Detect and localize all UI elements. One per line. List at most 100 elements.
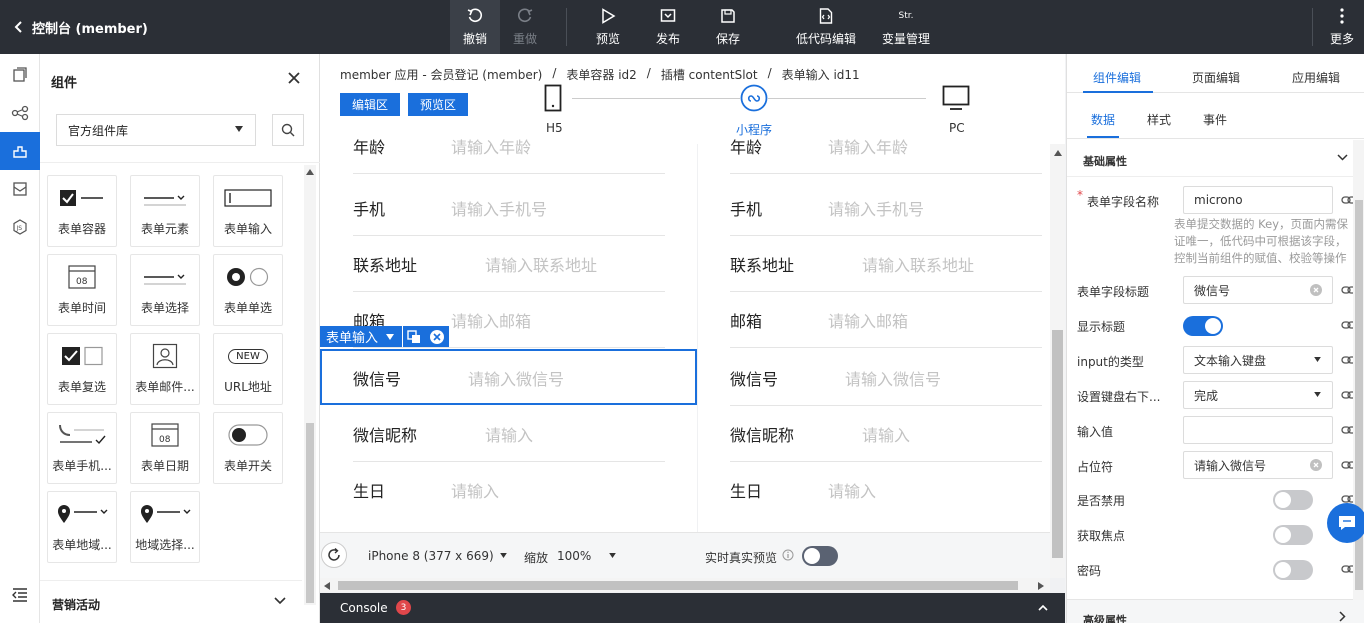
subtab-events[interactable]: 事件 <box>1203 111 1227 128</box>
form-row-phone[interactable]: 手机 请输入手机号 <box>730 180 1042 236</box>
pages-icon[interactable] <box>0 56 40 94</box>
publish-button[interactable]: 发布 <box>643 0 693 54</box>
undo-button[interactable]: 撤销 <box>450 0 500 54</box>
value-input[interactable] <box>1183 416 1333 444</box>
form-row-birthday[interactable]: 生日 请输入 <box>730 462 1042 518</box>
form-row-address[interactable]: 联系地址 请输入联系地址 <box>730 236 1042 292</box>
card-form-element[interactable]: 表单元素 <box>130 175 200 247</box>
breadcrumb-item[interactable]: 表单输入 id11 <box>782 66 860 83</box>
scrollbar-thumb[interactable] <box>338 581 1018 590</box>
card-form-region[interactable]: 表单地域... <box>47 491 117 563</box>
device-model-select[interactable]: iPhone 8 (377 x 669) <box>368 549 494 563</box>
breadcrumb-item[interactable]: member 应用 - 会员登记 (member) <box>340 66 542 83</box>
focus-toggle[interactable] <box>1273 525 1313 545</box>
components-icon[interactable] <box>0 132 40 170</box>
close-icon[interactable] <box>288 72 300 84</box>
card-form-container[interactable]: 表单容器 <box>47 175 117 247</box>
collapse-menu-icon[interactable] <box>0 576 40 614</box>
selected-component-tag[interactable]: 表单输入 <box>326 327 378 346</box>
copy-icon[interactable] <box>402 326 425 347</box>
info-icon[interactable] <box>782 549 794 561</box>
card-form-time[interactable]: 08 表单时间 <box>47 254 117 326</box>
library-select[interactable]: 官方组件库 <box>56 114 256 146</box>
scrollbar-thumb[interactable] <box>1052 330 1063 558</box>
variables-button[interactable]: Str. 变量管理 <box>872 0 940 54</box>
form-row-email[interactable]: 邮箱 请输入邮箱 <box>730 292 1042 348</box>
card-form-checkbox[interactable]: 表单复选 <box>47 333 117 405</box>
form-row-nickname[interactable]: 微信昵称 请输入 <box>353 406 665 462</box>
redo-button[interactable]: 重做 <box>500 0 550 54</box>
lowcode-edit-button[interactable]: 低代码编辑 <box>790 0 862 54</box>
card-form-email[interactable]: 表单邮件... <box>130 333 200 405</box>
caret-down-icon[interactable] <box>500 553 507 558</box>
subtab-style[interactable]: 样式 <box>1147 111 1171 128</box>
tab-component-edit[interactable]: 组件编辑 <box>1093 69 1141 86</box>
card-form-switch[interactable]: 表单开关 <box>213 412 283 484</box>
chevron-down-icon[interactable] <box>274 597 286 605</box>
form-row-wechat[interactable]: 微信号 请输入微信号 <box>730 350 1042 406</box>
card-region-select[interactable]: 地域选择... <box>130 491 200 563</box>
zoom-select[interactable]: 100% <box>557 549 591 563</box>
placeholder-input[interactable]: 请输入微信号 <box>1183 451 1333 479</box>
canvas-scrollbar[interactable] <box>1050 144 1065 578</box>
password-toggle[interactable] <box>1273 560 1313 580</box>
input-type-select[interactable]: 文本输入键盘 <box>1183 346 1333 374</box>
more-button[interactable]: 更多 <box>1320 0 1364 54</box>
subtab-data[interactable]: 数据 <box>1091 111 1115 128</box>
keyboard-confirm-select[interactable]: 完成 <box>1183 381 1333 409</box>
search-button[interactable] <box>272 114 304 146</box>
scroll-right-icon[interactable] <box>1038 582 1044 590</box>
tab-app-edit[interactable]: 应用编辑 <box>1292 69 1340 86</box>
card-form-date[interactable]: 08 表单日期 <box>130 412 200 484</box>
miniprogram-icon[interactable] <box>740 84 768 112</box>
card-form-select[interactable]: 表单选择 <box>130 254 200 326</box>
form-row-age[interactable]: 年龄 请输入年龄 <box>730 118 1042 174</box>
chevron-down-icon[interactable] <box>1337 154 1348 161</box>
delete-icon[interactable] <box>425 329 449 345</box>
selected-component-outline[interactable] <box>320 349 697 405</box>
console-bar[interactable]: Console 3 <box>320 593 1065 623</box>
caret-down-icon[interactable] <box>609 553 616 558</box>
back-to-console[interactable]: 控制台 (member) <box>14 0 148 54</box>
realtime-preview-toggle[interactable] <box>802 546 838 566</box>
breadcrumb-item[interactable]: 表单容器 id2 <box>566 66 636 83</box>
tab-page-edit[interactable]: 页面编辑 <box>1192 69 1240 86</box>
form-row-nickname[interactable]: 微信昵称 请输入 <box>730 406 1042 462</box>
scroll-left-icon[interactable] <box>324 582 330 590</box>
template-icon[interactable] <box>0 170 40 208</box>
components-scrollbar[interactable] <box>304 165 316 605</box>
card-form-input[interactable]: 表单输入 <box>213 175 283 247</box>
refresh-icon[interactable] <box>321 542 347 568</box>
field-name-input[interactable]: microno <box>1183 186 1333 214</box>
chat-support-button[interactable] <box>1327 503 1364 543</box>
clear-icon[interactable] <box>1310 459 1322 471</box>
card-form-phone[interactable]: 表单手机... <box>47 412 117 484</box>
form-row-phone[interactable]: 手机 请输入手机号 <box>353 180 665 236</box>
clear-icon[interactable] <box>1310 284 1322 296</box>
mobile-icon[interactable] <box>544 84 562 112</box>
breadcrumb-item[interactable]: 插槽 contentSlot <box>661 66 758 83</box>
preview-area-button[interactable]: 预览区 <box>408 93 468 116</box>
scroll-up-icon[interactable] <box>306 169 314 175</box>
desktop-icon[interactable] <box>942 85 970 111</box>
card-form-radio[interactable]: 表单单选 <box>213 254 283 326</box>
scroll-up-icon[interactable] <box>1054 150 1062 156</box>
edit-area-button[interactable]: 编辑区 <box>340 93 400 116</box>
canvas-hscrollbar[interactable] <box>320 578 1050 592</box>
scrollbar-thumb[interactable] <box>306 423 314 603</box>
js-icon[interactable]: JS <box>0 208 40 246</box>
show-title-toggle[interactable] <box>1183 316 1223 336</box>
chevron-right-icon[interactable] <box>1339 611 1346 622</box>
section-marketing[interactable]: 营销活动 <box>52 596 100 613</box>
form-row-age[interactable]: 年龄 请输入年龄 <box>353 118 665 174</box>
form-row-birthday[interactable]: 生日 请输入 <box>353 462 665 518</box>
preview-button[interactable]: 预览 <box>583 0 633 54</box>
caret-down-icon[interactable] <box>386 333 395 340</box>
disabled-toggle[interactable] <box>1273 490 1313 510</box>
card-url[interactable]: NEW URL地址 <box>213 333 283 405</box>
field-title-input[interactable]: 微信号 <box>1183 276 1333 304</box>
chevron-up-icon[interactable] <box>1038 604 1048 611</box>
section-advanced-props[interactable]: 高级属性 <box>1067 599 1364 623</box>
save-button[interactable]: 保存 <box>703 0 753 54</box>
console-label[interactable]: Console <box>340 601 388 615</box>
